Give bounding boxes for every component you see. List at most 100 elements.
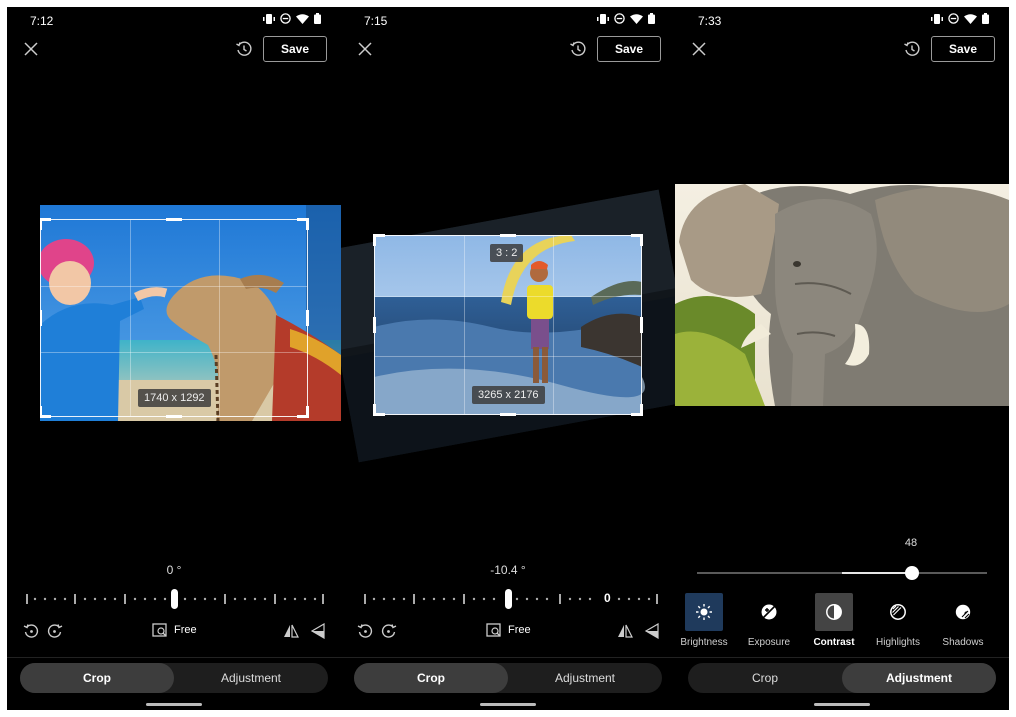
status-time: 7:12: [30, 14, 54, 28]
save-button[interactable]: Save: [931, 36, 995, 62]
crop-handle-bottom-right[interactable]: [631, 404, 643, 416]
adjustment-screen: 7:33 Save 48 Brightness Exposure Contras…: [675, 7, 1009, 710]
aspect-ratio-button[interactable]: Free: [152, 622, 197, 638]
tool-shadows[interactable]: Shadows: [930, 593, 996, 648]
ruler-zero-label: 0: [604, 591, 611, 605]
dnd-icon: [280, 13, 291, 24]
aspect-ratio-button[interactable]: Free: [486, 622, 531, 638]
crop-handle-top-left[interactable]: [40, 218, 51, 230]
vibrate-icon: [597, 13, 609, 24]
status-time: 7:15: [364, 14, 388, 28]
crop-handle-top-right[interactable]: [297, 218, 309, 230]
home-indicator[interactable]: [480, 703, 536, 706]
flip-horizontal-icon[interactable]: [617, 623, 633, 639]
tool-label: Exposure: [747, 637, 791, 648]
crop-handle-top-left[interactable]: [373, 234, 385, 246]
photo-elephant: [675, 184, 1009, 406]
aspect-ratio-overlay: 3 : 2: [490, 244, 524, 262]
ruler-ticks: [364, 589, 658, 609]
straighten-angle-value: 0 °: [166, 563, 182, 577]
tool-contrast[interactable]: Contrast: [801, 593, 867, 648]
photo-kid-camel: 1740 x 1292: [40, 205, 341, 421]
crop-handle-bottom-right[interactable]: [297, 406, 309, 418]
crop-handle-right[interactable]: [306, 310, 309, 326]
tab-adjustment[interactable]: Adjustment: [508, 663, 662, 693]
crop-handle-bottom[interactable]: [500, 413, 516, 416]
straighten-ruler[interactable]: 0: [359, 589, 659, 609]
crop-handle-top[interactable]: [500, 234, 516, 237]
rotate-right-icon[interactable]: [47, 623, 63, 639]
dnd-icon: [614, 13, 625, 24]
crop-frame[interactable]: [40, 219, 308, 417]
tab-adjustment[interactable]: Adjustment: [174, 663, 328, 693]
ruler-ticks: [26, 589, 324, 609]
crop-handle-left[interactable]: [373, 317, 376, 333]
rotate-left-icon[interactable]: [357, 623, 373, 639]
history-icon[interactable]: [569, 40, 587, 58]
tool-brightness[interactable]: Brightness: [675, 593, 737, 648]
wifi-icon: [964, 13, 977, 24]
wifi-icon: [630, 13, 643, 24]
crop-screen-free: 7:12 Save 1740 x 1292 0 ° Free Crop Adju…: [7, 7, 341, 710]
bottom-divider: [675, 657, 1009, 658]
bottom-divider: [341, 657, 675, 658]
bottom-divider: [7, 657, 341, 658]
straighten-angle-value: -10.4 °: [490, 563, 526, 577]
history-icon[interactable]: [903, 40, 921, 58]
crop-dimensions-label: 3265 x 2176: [472, 386, 545, 404]
adjustment-slider[interactable]: [697, 565, 987, 581]
crop-handle-right[interactable]: [640, 317, 643, 333]
tool-label: Highlights: [876, 637, 920, 648]
ruler-indicator: [171, 589, 178, 609]
status-icons: [263, 13, 321, 24]
tool-label: Brightness: [680, 637, 728, 648]
battery-icon: [982, 13, 989, 24]
home-indicator[interactable]: [814, 703, 870, 706]
history-icon[interactable]: [235, 40, 253, 58]
close-icon[interactable]: [23, 41, 39, 57]
flip-vertical-icon[interactable]: [644, 623, 660, 639]
tab-crop[interactable]: Crop: [688, 663, 842, 693]
battery-icon: [314, 13, 321, 24]
slider-knob[interactable]: [904, 566, 919, 580]
status-bar: 7:12: [7, 7, 341, 33]
dnd-icon: [948, 13, 959, 24]
vibrate-icon: [263, 13, 275, 24]
contrast-icon: [826, 604, 842, 620]
save-button[interactable]: Save: [263, 36, 327, 62]
close-icon[interactable]: [691, 41, 707, 57]
rotate-right-icon[interactable]: [381, 623, 397, 639]
status-icons: [597, 13, 655, 24]
crop-handle-bottom-left[interactable]: [373, 404, 385, 416]
tool-highlights[interactable]: Highlights: [865, 593, 931, 648]
mode-switcher: Crop Adjustment: [688, 663, 996, 693]
crop-handle-bottom-left[interactable]: [40, 406, 51, 418]
photo-image: [675, 184, 1009, 406]
crop-handle-top[interactable]: [166, 218, 182, 221]
status-icons: [931, 13, 989, 24]
mode-switcher: Crop Adjustment: [20, 663, 328, 693]
vibrate-icon: [931, 13, 943, 24]
mode-switcher: Crop Adjustment: [354, 663, 662, 693]
shadows-icon: [955, 604, 971, 620]
aspect-ratio-icon: [152, 623, 167, 637]
crop-handle-bottom[interactable]: [166, 415, 182, 418]
close-icon[interactable]: [357, 41, 373, 57]
tab-crop[interactable]: Crop: [354, 663, 508, 693]
flip-vertical-icon[interactable]: [310, 623, 326, 639]
adjustment-value: 48: [904, 537, 918, 549]
rotate-left-icon[interactable]: [23, 623, 39, 639]
tab-adjustment[interactable]: Adjustment: [842, 663, 996, 693]
status-time: 7:33: [698, 14, 722, 28]
slider-fill: [842, 572, 912, 574]
tool-label: Shadows: [942, 637, 984, 648]
crop-handle-top-right[interactable]: [631, 234, 643, 246]
flip-horizontal-icon[interactable]: [283, 623, 299, 639]
exposure-icon: [761, 604, 777, 620]
crop-handle-left[interactable]: [40, 310, 42, 326]
home-indicator[interactable]: [146, 703, 202, 706]
save-button[interactable]: Save: [597, 36, 661, 62]
tool-exposure[interactable]: Exposure: [736, 593, 802, 648]
tab-crop[interactable]: Crop: [20, 663, 174, 693]
straighten-ruler[interactable]: [25, 589, 325, 609]
